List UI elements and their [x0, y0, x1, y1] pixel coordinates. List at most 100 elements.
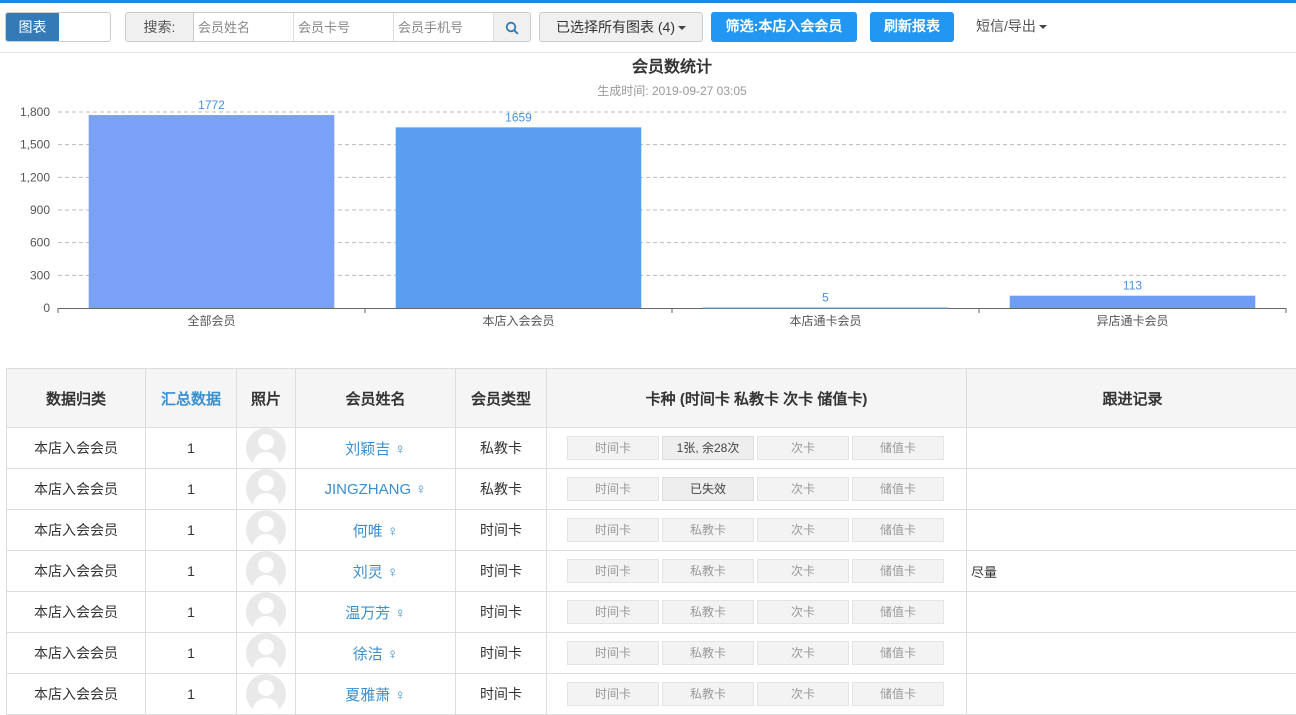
- photo-cell: [237, 633, 296, 674]
- card-types-cell: 时间卡私教卡次卡储值卡: [547, 551, 967, 592]
- header-member-type: 会员类型: [456, 369, 547, 428]
- card-type-cell: 私教卡: [662, 559, 754, 583]
- y-tick-label: 1,200: [20, 170, 50, 184]
- member-name-link[interactable]: 刘颖吉 ♀: [296, 428, 456, 469]
- card-type-cell: 次卡: [757, 559, 849, 583]
- table-row: 本店入会会员1夏雅萧 ♀时间卡时间卡私教卡次卡储值卡: [7, 674, 1296, 715]
- card-type-cell: 时间卡: [567, 641, 659, 665]
- y-tick-label: 1,500: [20, 138, 50, 152]
- member-card-input[interactable]: [294, 13, 394, 41]
- chart-select-dropdown[interactable]: 已选择所有图表 (4): [539, 12, 703, 42]
- chevron-down-icon: [1039, 25, 1047, 29]
- table-row: 本店入会会员1 刘颖吉 ♀私教卡时间卡1张, 余28次次卡储值卡: [7, 428, 1296, 469]
- member-name-link[interactable]: 夏雅萧 ♀: [296, 674, 456, 715]
- count-cell: 1: [146, 633, 237, 674]
- member-type-cell: 时间卡: [456, 551, 547, 592]
- view-toggle[interactable]: 图表: [5, 12, 111, 42]
- header-summary[interactable]: 汇总数据: [146, 369, 237, 428]
- category-cell: 本店入会会员: [7, 510, 146, 551]
- card-types-cell: 时间卡1张, 余28次次卡储值卡: [547, 428, 967, 469]
- chart-view-button[interactable]: 图表: [6, 13, 59, 41]
- x-tick-label: 全部会员: [187, 313, 235, 328]
- header-member-name: 会员姓名: [296, 369, 456, 428]
- chart-subtitle: 生成时间: 2019-09-27 03:05: [597, 84, 747, 98]
- member-name-link[interactable]: 何唯 ♀: [296, 510, 456, 551]
- member-name-link[interactable]: 温万芳 ♀: [296, 592, 456, 633]
- avatar: [246, 633, 286, 673]
- search-bar: 搜索:: [125, 12, 531, 42]
- y-tick-label: 0: [43, 301, 50, 315]
- follow-up-cell: [967, 469, 1296, 510]
- search-icon: [505, 21, 519, 35]
- category-cell: 本店入会会员: [7, 592, 146, 633]
- count-cell: 1: [146, 428, 237, 469]
- member-type-cell: 时间卡: [456, 592, 547, 633]
- card-type-cell: 储值卡: [852, 436, 944, 460]
- member-name-link[interactable]: 刘灵 ♀: [296, 551, 456, 592]
- card-type-cell: 次卡: [757, 518, 849, 542]
- member-table: 数据归类 汇总数据 照片 会员姓名 会员类型 卡种 (时间卡 私教卡 次卡 储值…: [6, 368, 1296, 715]
- search-label: 搜索:: [126, 13, 194, 41]
- bar-value-label: 113: [1123, 279, 1142, 293]
- member-phone-input[interactable]: [394, 13, 494, 41]
- x-tick-label: 异店通卡会员: [1096, 314, 1168, 328]
- card-type-cell: 私教卡: [662, 518, 754, 542]
- bar[interactable]: [703, 307, 949, 308]
- follow-up-cell: [967, 592, 1296, 633]
- avatar: [246, 592, 286, 632]
- card-types-cell: 时间卡私教卡次卡储值卡: [547, 674, 967, 715]
- card-type-cell: 已失效: [662, 477, 754, 501]
- card-type-cell: 时间卡: [567, 436, 659, 460]
- category-cell: 本店入会会员: [7, 428, 146, 469]
- count-cell: 1: [146, 592, 237, 633]
- card-type-cell: 储值卡: [852, 682, 944, 706]
- count-cell: 1: [146, 510, 237, 551]
- y-tick-label: 300: [30, 268, 50, 282]
- card-type-cell: 时间卡: [567, 518, 659, 542]
- bar-value-label: 5: [822, 290, 829, 304]
- chart-title: 会员数统计: [632, 57, 712, 76]
- refresh-report-button[interactable]: 刷新报表: [870, 12, 954, 42]
- card-type-cell: 时间卡: [567, 600, 659, 624]
- card-type-cell: 次卡: [757, 682, 849, 706]
- card-types-cell: 时间卡私教卡次卡储值卡: [547, 633, 967, 674]
- photo-cell: [237, 551, 296, 592]
- card-type-cell: 1张, 余28次: [662, 436, 754, 460]
- bar[interactable]: [396, 127, 642, 308]
- y-tick-label: 1,800: [20, 105, 50, 119]
- table-row: 本店入会会员1JINGZHANG ♀私教卡时间卡已失效次卡储值卡: [7, 469, 1296, 510]
- card-type-cell: 储值卡: [852, 641, 944, 665]
- filter-button[interactable]: 筛选:本店入会会员: [711, 12, 857, 42]
- search-button[interactable]: [494, 13, 530, 41]
- photo-cell: [237, 592, 296, 633]
- member-type-cell: 私教卡: [456, 428, 547, 469]
- table-row: 本店入会会员1温万芳 ♀时间卡时间卡私教卡次卡储值卡: [7, 592, 1296, 633]
- card-type-cell: 时间卡: [567, 477, 659, 501]
- x-tick-label: 本店通卡会员: [789, 314, 861, 328]
- count-cell: 1: [146, 674, 237, 715]
- count-cell: 1: [146, 551, 237, 592]
- member-type-cell: 时间卡: [456, 674, 547, 715]
- header-follow-up: 跟进记录: [967, 369, 1296, 428]
- member-name-input[interactable]: [194, 13, 294, 41]
- member-name-link[interactable]: 徐洁 ♀: [296, 633, 456, 674]
- table-row: 本店入会会员1何唯 ♀时间卡时间卡私教卡次卡储值卡: [7, 510, 1296, 551]
- card-type-cell: 时间卡: [567, 559, 659, 583]
- category-cell: 本店入会会员: [7, 633, 146, 674]
- card-type-cell: 次卡: [757, 600, 849, 624]
- bar-chart: 会员数统计 生成时间: 2019-09-27 03:05 03006009001…: [0, 53, 1296, 343]
- x-tick-label: 本店入会会员: [482, 314, 554, 328]
- card-type-cell: 次卡: [757, 641, 849, 665]
- avatar: [246, 510, 286, 550]
- header-category: 数据归类: [7, 369, 146, 428]
- follow-up-cell: [967, 428, 1296, 469]
- bar[interactable]: [1010, 296, 1256, 308]
- follow-up-cell: [967, 510, 1296, 551]
- table-row: 本店入会会员1 徐洁 ♀ 时间卡时间卡私教卡次卡储值卡: [7, 633, 1296, 674]
- sms-export-label: 短信/导出: [976, 18, 1036, 34]
- follow-up-cell: [967, 674, 1296, 715]
- table-header-row: 数据归类 汇总数据 照片 会员姓名 会员类型 卡种 (时间卡 私教卡 次卡 储值…: [7, 369, 1296, 428]
- bar[interactable]: [89, 115, 335, 308]
- sms-export-dropdown[interactable]: 短信/导出: [976, 12, 1056, 42]
- member-name-link[interactable]: JINGZHANG ♀: [296, 469, 456, 510]
